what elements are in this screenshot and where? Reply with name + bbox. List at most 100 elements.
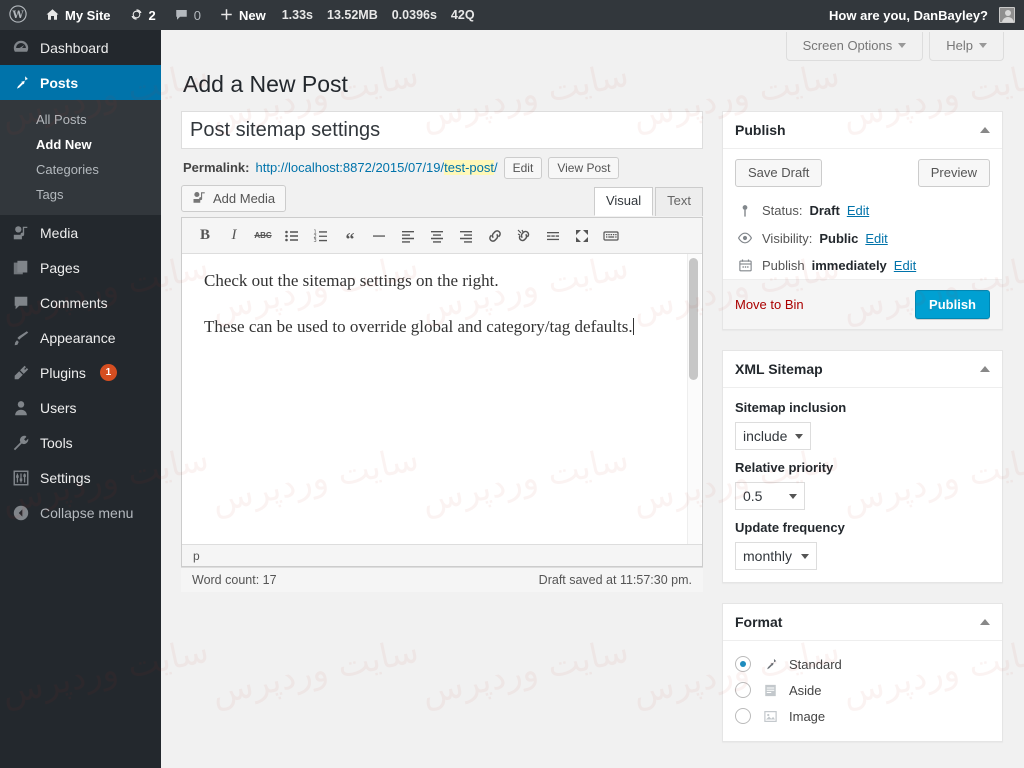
pin-icon: [735, 204, 755, 218]
main-content: Screen Options Help Add a New Post Perma…: [161, 30, 1024, 768]
radio-standard[interactable]: [735, 656, 751, 672]
numbered-list-icon[interactable]: 123: [308, 223, 334, 249]
post-title-input[interactable]: [181, 111, 703, 149]
tab-text[interactable]: Text: [655, 187, 703, 216]
sidebar-item-settings[interactable]: Settings: [0, 460, 161, 495]
collapse-menu-button[interactable]: Collapse menu: [0, 495, 161, 530]
radio-image[interactable]: [735, 708, 751, 724]
chevron-down-icon: [898, 43, 907, 48]
xml-sitemap-metabox-header[interactable]: XML Sitemap: [723, 351, 1002, 388]
edit-slug-button[interactable]: Edit: [503, 156, 543, 179]
perf-query-count: 42Q: [450, 8, 475, 22]
format-label: Aside: [789, 682, 822, 698]
avatar: [999, 7, 1015, 23]
editor-scrollbar-thumb[interactable]: [689, 258, 698, 380]
sidebar-item-categories[interactable]: Categories: [0, 157, 161, 182]
sidebar-item-dashboard[interactable]: Dashboard: [0, 30, 161, 65]
unlink-icon[interactable]: [511, 223, 537, 249]
bullet-list-icon[interactable]: [279, 223, 305, 249]
edit-status-link[interactable]: Edit: [847, 203, 869, 218]
title-container: [181, 111, 703, 149]
sidebar-item-users[interactable]: Users: [0, 390, 161, 425]
chevron-up-icon[interactable]: [980, 619, 990, 625]
help-button[interactable]: Help: [929, 32, 1004, 61]
bold-icon[interactable]: B: [192, 223, 218, 249]
align-right-icon[interactable]: [453, 223, 479, 249]
new-content-label: New: [238, 7, 266, 23]
format-option-aside[interactable]: Aside: [735, 677, 990, 703]
sidebar-item-add-new[interactable]: Add New: [0, 132, 161, 157]
format-option-standard[interactable]: Standard: [735, 651, 990, 677]
blockquote-icon[interactable]: “: [337, 223, 363, 249]
fullscreen-icon[interactable]: [569, 223, 595, 249]
align-left-icon[interactable]: [395, 223, 421, 249]
my-account-menu[interactable]: How are you, DanBayley?: [820, 0, 1024, 30]
comments-menu[interactable]: 0: [165, 0, 210, 30]
chevron-up-icon[interactable]: [980, 366, 990, 372]
sidebar-item-label: Users: [40, 399, 77, 416]
update-frequency-select[interactable]: monthly: [735, 542, 817, 570]
format-metabox-header[interactable]: Format: [723, 604, 1002, 641]
screen-meta-links: Screen Options Help: [785, 32, 1004, 61]
radio-aside[interactable]: [735, 682, 751, 698]
editor-paragraph-text: These can be used to override global and…: [204, 317, 633, 337]
sidebar-item-plugins[interactable]: Plugins 1: [0, 355, 161, 390]
new-content-menu[interactable]: New: [210, 0, 275, 30]
format-option-image[interactable]: Image: [735, 703, 990, 729]
editor-content-area[interactable]: Check out the sitemap settings on the ri…: [182, 254, 702, 544]
edit-visibility-link[interactable]: Edit: [865, 231, 887, 246]
publish-timing-label: Publish: [762, 258, 805, 273]
view-post-button[interactable]: View Post: [548, 156, 620, 179]
xml-sitemap-metabox: XML Sitemap Sitemap inclusion include Re…: [722, 350, 1003, 583]
read-more-icon[interactable]: [540, 223, 566, 249]
relative-priority-select[interactable]: 0.5: [735, 482, 805, 510]
chevron-down-icon: [801, 553, 809, 559]
updates-menu[interactable]: 2: [120, 0, 165, 30]
sidebar-item-comments[interactable]: Comments: [0, 285, 161, 320]
chevron-down-icon: [979, 43, 987, 48]
move-to-bin-link[interactable]: Move to Bin: [735, 297, 804, 312]
screen-options-button[interactable]: Screen Options: [785, 32, 924, 61]
sidebar-item-tools[interactable]: Tools: [0, 425, 161, 460]
sidebar-item-pages[interactable]: Pages: [0, 250, 161, 285]
sitemap-inclusion-select[interactable]: include: [735, 422, 811, 450]
tab-visual[interactable]: Visual: [593, 187, 654, 216]
collapse-menu-label: Collapse menu: [40, 504, 134, 521]
preview-button[interactable]: Preview: [917, 159, 990, 187]
strikethrough-icon[interactable]: ABC: [250, 223, 276, 249]
site-name-menu[interactable]: My Site: [36, 0, 120, 30]
wrench-icon: [11, 433, 31, 453]
keyboard-shortcuts-icon[interactable]: [598, 223, 624, 249]
link-icon[interactable]: [482, 223, 508, 249]
save-draft-button[interactable]: Save Draft: [735, 159, 823, 187]
plus-icon: [219, 7, 234, 24]
eye-icon: [735, 230, 755, 246]
italic-icon[interactable]: I: [221, 223, 247, 249]
post-main-column: Permalink: http://localhost:8872/2015/07…: [181, 111, 703, 592]
edit-timestamp-link[interactable]: Edit: [894, 258, 916, 273]
add-media-button[interactable]: Add Media: [181, 185, 287, 212]
plugin-icon: [11, 363, 31, 383]
chevron-up-icon[interactable]: [980, 127, 990, 133]
publish-button[interactable]: Publish: [915, 290, 990, 319]
post-columns: Permalink: http://localhost:8872/2015/07…: [181, 111, 1024, 762]
sidebar-item-media[interactable]: Media: [0, 215, 161, 250]
horizontal-rule-icon[interactable]: [366, 223, 392, 249]
updates-icon: [129, 7, 144, 24]
editor-scrollbar[interactable]: [687, 254, 701, 544]
wp-logo-menu[interactable]: W: [0, 0, 36, 30]
publish-metabox-header[interactable]: Publish: [723, 112, 1002, 149]
sidebar-item-posts[interactable]: Posts: [0, 65, 169, 100]
permalink-base: http://localhost:8872/2015/07/19/: [255, 160, 445, 175]
update-frequency-value: monthly: [743, 548, 793, 564]
sidebar-item-tags[interactable]: Tags: [0, 182, 161, 207]
sidebar-item-all-posts[interactable]: All Posts: [0, 107, 161, 132]
align-center-icon[interactable]: [424, 223, 450, 249]
permalink-url[interactable]: http://localhost:8872/2015/07/19/test-po…: [255, 160, 498, 175]
sidebar-item-appearance[interactable]: Appearance: [0, 320, 161, 355]
permalink-tail: /: [494, 160, 498, 175]
admin-sidebar-menu: Dashboard Posts All Posts Add New Catego…: [0, 30, 169, 768]
collapse-arrow-icon: [11, 503, 31, 523]
xml-sitemap-metabox-title: XML Sitemap: [735, 361, 823, 377]
status-label: Status:: [762, 203, 803, 218]
